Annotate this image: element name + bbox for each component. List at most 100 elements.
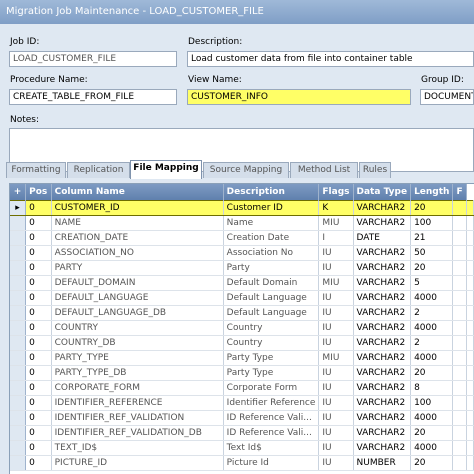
- column-header-flags[interactable]: Flags: [318, 184, 354, 200]
- row-indicator[interactable]: [10, 320, 27, 336]
- data-type-cell[interactable]: VARCHAR2: [353, 305, 412, 321]
- table-row[interactable]: 0 COUNTRY Country IU VARCHAR2 4000: [10, 320, 474, 336]
- row-indicator[interactable]: [10, 230, 27, 246]
- data-type-cell[interactable]: VARCHAR2: [353, 335, 412, 351]
- column-header-column-name[interactable]: Column Name: [51, 184, 224, 200]
- pos-cell[interactable]: 0: [25, 260, 52, 276]
- pos-cell[interactable]: 0: [25, 350, 52, 366]
- description-cell[interactable]: Identifier Reference: [223, 395, 320, 411]
- f-cell[interactable]: [452, 230, 467, 246]
- tab-replication[interactable]: Replication: [67, 162, 130, 178]
- job-id-field[interactable]: LOAD_CUSTOMER_FILE: [9, 51, 177, 67]
- f-cell[interactable]: [452, 365, 467, 381]
- table-row[interactable]: 0 IDENTIFIER_REF_VALIDATION ID Reference V…: [10, 410, 474, 426]
- f-cell[interactable]: [452, 440, 467, 456]
- row-indicator[interactable]: [10, 380, 27, 396]
- table-row[interactable]: 0 PARTY Party IU VARCHAR2 20: [10, 260, 474, 276]
- pos-cell[interactable]: 0: [25, 365, 52, 381]
- row-indicator[interactable]: [10, 425, 27, 441]
- row-indicator[interactable]: [10, 410, 27, 426]
- data-type-cell[interactable]: VARCHAR2: [353, 260, 412, 276]
- table-row[interactable]: 0 ASSOCIATION_NO Association No IU VARCHAR2 5…: [10, 245, 474, 261]
- f-cell[interactable]: [452, 350, 467, 366]
- description-cell[interactable]: Name: [223, 215, 320, 231]
- length-cell[interactable]: 50: [410, 245, 454, 261]
- column-name-cell[interactable]: IDENTIFIER_REF_VALIDATION: [51, 410, 224, 426]
- group-id-field[interactable]: DOCUMENTA: [420, 89, 474, 105]
- row-indicator[interactable]: [10, 245, 27, 261]
- flags-cell[interactable]: IU: [318, 440, 354, 456]
- length-cell[interactable]: 100: [410, 395, 454, 411]
- column-header-description[interactable]: Description: [223, 184, 320, 200]
- pos-cell[interactable]: 0: [25, 199, 52, 216]
- column-name-cell[interactable]: CORPORATE_FORM: [51, 380, 224, 396]
- table-row[interactable]: 0 TEXT_ID$ Text Id$ IU VARCHAR2 4000: [10, 440, 474, 456]
- table-row[interactable]: 0 COUNTRY_DB Country IU VARCHAR2 2: [10, 335, 474, 351]
- length-cell[interactable]: 21: [410, 230, 454, 246]
- pos-cell[interactable]: 0: [25, 410, 52, 426]
- description-cell[interactable]: ID Reference Vali...: [223, 425, 320, 441]
- data-type-cell[interactable]: NUMBER: [353, 455, 412, 471]
- f-cell[interactable]: [452, 395, 467, 411]
- description-cell[interactable]: ID Reference Vali...: [223, 410, 320, 426]
- pos-cell[interactable]: 0: [25, 290, 52, 306]
- pos-cell[interactable]: 0: [25, 245, 52, 261]
- add-row-icon[interactable]: +: [10, 184, 27, 200]
- column-name-cell[interactable]: IDENTIFIER_REF_VALIDATION_DB: [51, 425, 224, 441]
- data-type-cell[interactable]: VARCHAR2: [353, 350, 412, 366]
- row-indicator[interactable]: [10, 335, 27, 351]
- data-type-cell[interactable]: VARCHAR2: [353, 215, 412, 231]
- length-cell[interactable]: 20: [410, 199, 454, 216]
- flags-cell[interactable]: MIU: [318, 215, 354, 231]
- table-row[interactable]: 0 DEFAULT_LANGUAGE_DB Default Language IU VA…: [10, 305, 474, 321]
- data-type-cell[interactable]: VARCHAR2: [353, 199, 412, 216]
- data-type-cell[interactable]: VARCHAR2: [353, 440, 412, 456]
- description-cell[interactable]: Default Language: [223, 305, 320, 321]
- description-cell[interactable]: Country: [223, 320, 320, 336]
- column-name-cell[interactable]: PICTURE_ID: [51, 455, 224, 471]
- column-name-cell[interactable]: DEFAULT_LANGUAGE: [51, 290, 224, 306]
- column-name-cell[interactable]: CREATION_DATE: [51, 230, 224, 246]
- length-cell[interactable]: 20: [410, 455, 454, 471]
- f-cell[interactable]: [452, 290, 467, 306]
- description-cell[interactable]: Customer ID: [223, 199, 320, 216]
- table-row[interactable]: 0 NAME Name MIU VARCHAR2 100: [10, 215, 474, 231]
- data-type-cell[interactable]: VARCHAR2: [353, 395, 412, 411]
- length-cell[interactable]: 4000: [410, 320, 454, 336]
- table-row[interactable]: 0 DEFAULT_LANGUAGE Default Language IU VARCH…: [10, 290, 474, 306]
- tab-file-mapping[interactable]: File Mapping: [130, 160, 202, 179]
- flags-cell[interactable]: IU: [318, 425, 354, 441]
- length-cell[interactable]: 4000: [410, 440, 454, 456]
- pos-cell[interactable]: 0: [25, 380, 52, 396]
- description-cell[interactable]: Text Id$: [223, 440, 320, 456]
- column-name-cell[interactable]: COUNTRY: [51, 320, 224, 336]
- f-cell[interactable]: [452, 275, 467, 291]
- row-indicator[interactable]: [10, 305, 27, 321]
- column-name-cell[interactable]: NAME: [51, 215, 224, 231]
- column-name-cell[interactable]: IDENTIFIER_REFERENCE: [51, 395, 224, 411]
- flags-cell[interactable]: IU: [318, 260, 354, 276]
- pos-cell[interactable]: 0: [25, 320, 52, 336]
- pos-cell[interactable]: 0: [25, 335, 52, 351]
- f-cell[interactable]: [452, 245, 467, 261]
- length-cell[interactable]: 2: [410, 335, 454, 351]
- f-cell[interactable]: [452, 335, 467, 351]
- row-indicator[interactable]: [10, 440, 27, 456]
- procedure-name-field[interactable]: CREATE_TABLE_FROM_FILE: [9, 89, 177, 105]
- pos-cell[interactable]: 0: [25, 230, 52, 246]
- table-row[interactable]: 0 PARTY_TYPE_DB Party Type IU VARCHAR2 20: [10, 365, 474, 381]
- flags-cell[interactable]: IU: [318, 335, 354, 351]
- column-name-cell[interactable]: DEFAULT_LANGUAGE_DB: [51, 305, 224, 321]
- table-row[interactable]: 0 PARTY_TYPE Party Type MIU VARCHAR2 4000: [10, 350, 474, 366]
- flags-cell[interactable]: I: [318, 230, 354, 246]
- row-indicator[interactable]: [10, 290, 27, 306]
- f-cell[interactable]: [452, 260, 467, 276]
- table-row[interactable]: 0 DEFAULT_DOMAIN Default Domain MIU VARCHAR2…: [10, 275, 474, 291]
- row-indicator[interactable]: [10, 455, 27, 471]
- flags-cell[interactable]: IU: [318, 320, 354, 336]
- tab-rules[interactable]: Rules: [359, 162, 391, 178]
- data-type-cell[interactable]: VARCHAR2: [353, 410, 412, 426]
- table-row[interactable]: 0 CORPORATE_FORM Corporate Form IU VARCHAR2 8: [10, 380, 474, 396]
- description-cell[interactable]: Corporate Form: [223, 380, 320, 396]
- column-name-cell[interactable]: COUNTRY_DB: [51, 335, 224, 351]
